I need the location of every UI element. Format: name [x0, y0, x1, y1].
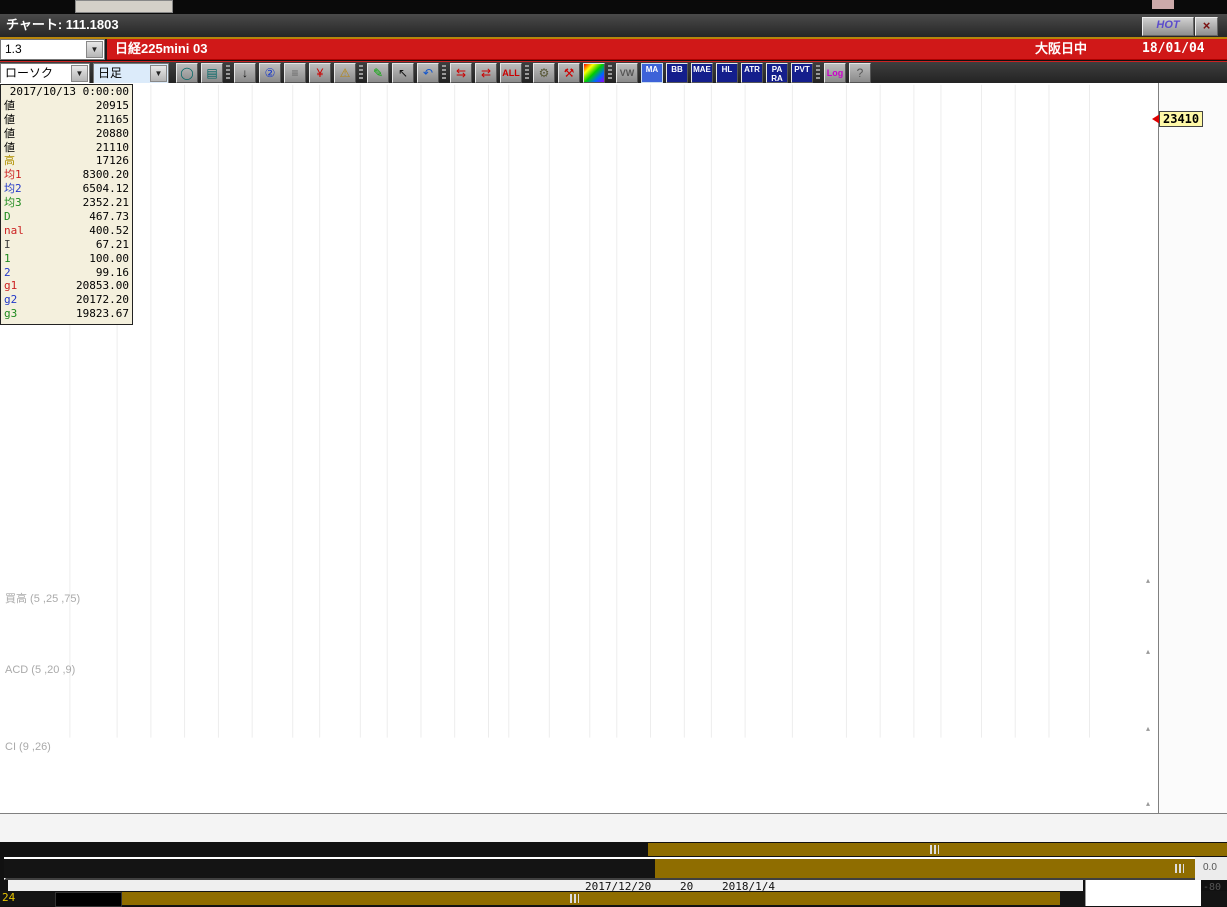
navigator-sparklines — [0, 843, 1227, 906]
ma-icon[interactable]: MA — [641, 63, 663, 83]
symbol-value: 1.3 — [5, 42, 22, 56]
warning-icon[interactable]: ⚠ — [334, 63, 356, 83]
price-down-icon[interactable]: ↓ — [234, 63, 256, 83]
candle-expand-icon[interactable]: ⇆ — [450, 63, 472, 83]
mae-icon[interactable]: MAE — [691, 63, 713, 83]
scroll-arrow-icon[interactable]: ▴ — [1146, 576, 1150, 585]
hot-button[interactable]: HOT — [1142, 17, 1194, 36]
toolbar-row: ローソク ▼ 日足 ▼ ◯▤ ↓②≡¥⚠ ✎↖↶ ⇆⇄ALL ⚙⚒ VW APMABBMA… — [0, 61, 1227, 84]
background-window-fragment-2 — [1152, 0, 1174, 9]
undo-icon[interactable]: ↶ — [417, 63, 439, 83]
sliders-icon[interactable]: ≡ — [284, 63, 306, 83]
data-window-row: 値 21165 — [4, 112, 129, 126]
data-window-row: 均3 2352.21 — [4, 196, 129, 210]
background-window-fragment — [75, 0, 173, 13]
data-window-datetime: 2017/10/13 0:00:00 — [9, 85, 129, 98]
layout-icon[interactable]: ▤ — [201, 63, 223, 83]
scroll-arrow-icon[interactable]: ▴ — [1146, 724, 1150, 733]
session-label: 大阪日中 — [1035, 41, 1088, 56]
data-window-row: 値 20880 — [4, 126, 129, 140]
data-window-row: nal 400.52 — [4, 223, 129, 237]
instrument-row: 1.3 ▼ 日経225mini 03 大阪日中 18/01/04 — [0, 39, 1227, 60]
timeframe-select[interactable]: 日足 ▼ — [93, 63, 169, 84]
session-date: 18/01/04 — [1142, 41, 1205, 56]
draw-pencil-icon[interactable]: ✎ — [367, 63, 389, 83]
chart-type-select[interactable]: ローソク ▼ — [0, 63, 90, 84]
data-window-row: 均1 8300.20 — [4, 168, 129, 182]
bb-icon[interactable]: BB — [666, 63, 688, 83]
time-axis[interactable] — [0, 813, 1227, 842]
macd-panel-title: ACD (5 ,20 ,9) — [5, 664, 76, 676]
toolbar-separator — [359, 65, 363, 81]
circle-2-icon[interactable]: ② — [259, 63, 281, 83]
instrument-banner: 日経225mini 03 大阪日中 18/01/04 — [107, 39, 1227, 60]
data-window-row: 1 100.00 — [4, 251, 129, 265]
data-window-row: g2 20172.20 — [4, 293, 129, 307]
data-window: 2017/10/13 0:00:00 値 20915 値 21165 値 20880 値 21… — [0, 84, 133, 325]
chevron-down-icon[interactable]: ▼ — [71, 65, 88, 82]
toolbar-separator — [525, 65, 529, 81]
toolbar-separator — [608, 65, 612, 81]
all-bars-icon[interactable]: ALL — [500, 63, 522, 83]
data-window-row: 高 17126 — [4, 154, 129, 168]
toolbar-separator — [442, 65, 446, 81]
pvt-icon[interactable]: PVT — [791, 63, 813, 83]
instrument-name: 日経225mini 03 — [115, 41, 208, 56]
gear-icon[interactable]: ⚙ — [533, 63, 555, 83]
candle-compress-icon[interactable]: ⇄ — [475, 63, 497, 83]
rainbow-icon[interactable] — [583, 63, 605, 83]
window-titlebar[interactable]: チャート: 111.1803 HOT × — [0, 14, 1227, 39]
volume-panel-title: 買高 (5 ,25 ,75) — [5, 593, 81, 605]
rci-panel-title: CI (9 ,26) — [5, 741, 51, 753]
log-icon[interactable]: Log — [824, 63, 846, 83]
close-icon[interactable]: × — [1195, 17, 1218, 36]
tool-icon[interactable]: ⚒ — [558, 63, 580, 83]
cursor-icon[interactable]: ↖ — [392, 63, 414, 83]
para-icon[interactable]: PA RA — [766, 63, 788, 83]
chevron-down-icon[interactable]: ▼ — [150, 65, 167, 82]
symbol-select[interactable]: 1.3 ▼ — [0, 39, 105, 60]
background-window-strip — [0, 0, 1227, 14]
atr-icon[interactable]: ATR — [741, 63, 763, 83]
price-axis[interactable] — [1158, 83, 1227, 813]
toolbar-separator — [226, 65, 230, 81]
scroll-arrow-icon[interactable]: ▴ — [1146, 647, 1150, 656]
chart-type-value: ローソク — [5, 66, 54, 80]
data-window-row: D 467.73 — [4, 210, 129, 224]
data-window-row: 2 99.16 — [4, 265, 129, 279]
yen-icon[interactable]: ¥ — [309, 63, 331, 83]
data-window-row: 均2 6504.12 — [4, 182, 129, 196]
help-icon[interactable]: ? — [849, 63, 871, 83]
data-window-row: g1 20853.00 — [4, 279, 129, 293]
timeframe-value: 日足 — [98, 66, 123, 80]
hl-icon[interactable]: HL — [716, 63, 738, 83]
scroll-arrow-icon[interactable]: ▴ — [1146, 799, 1150, 808]
zoom-icon[interactable]: ◯ — [176, 63, 198, 83]
toolbar-separator — [816, 65, 820, 81]
data-window-row: g3 19823.67 — [4, 307, 129, 321]
last-price-tag: 23410 — [1159, 111, 1204, 127]
chevron-down-icon[interactable]: ▼ — [86, 41, 103, 58]
data-window-row: 値 20915 — [4, 98, 129, 112]
window-title: チャート: 111.1803 — [6, 17, 119, 32]
vwap-icon[interactable]: VW AP — [616, 63, 638, 83]
data-window-row: 値 21110 — [4, 140, 129, 154]
price-chart[interactable] — [0, 83, 1158, 813]
data-window-row: I 67.21 — [4, 237, 129, 251]
